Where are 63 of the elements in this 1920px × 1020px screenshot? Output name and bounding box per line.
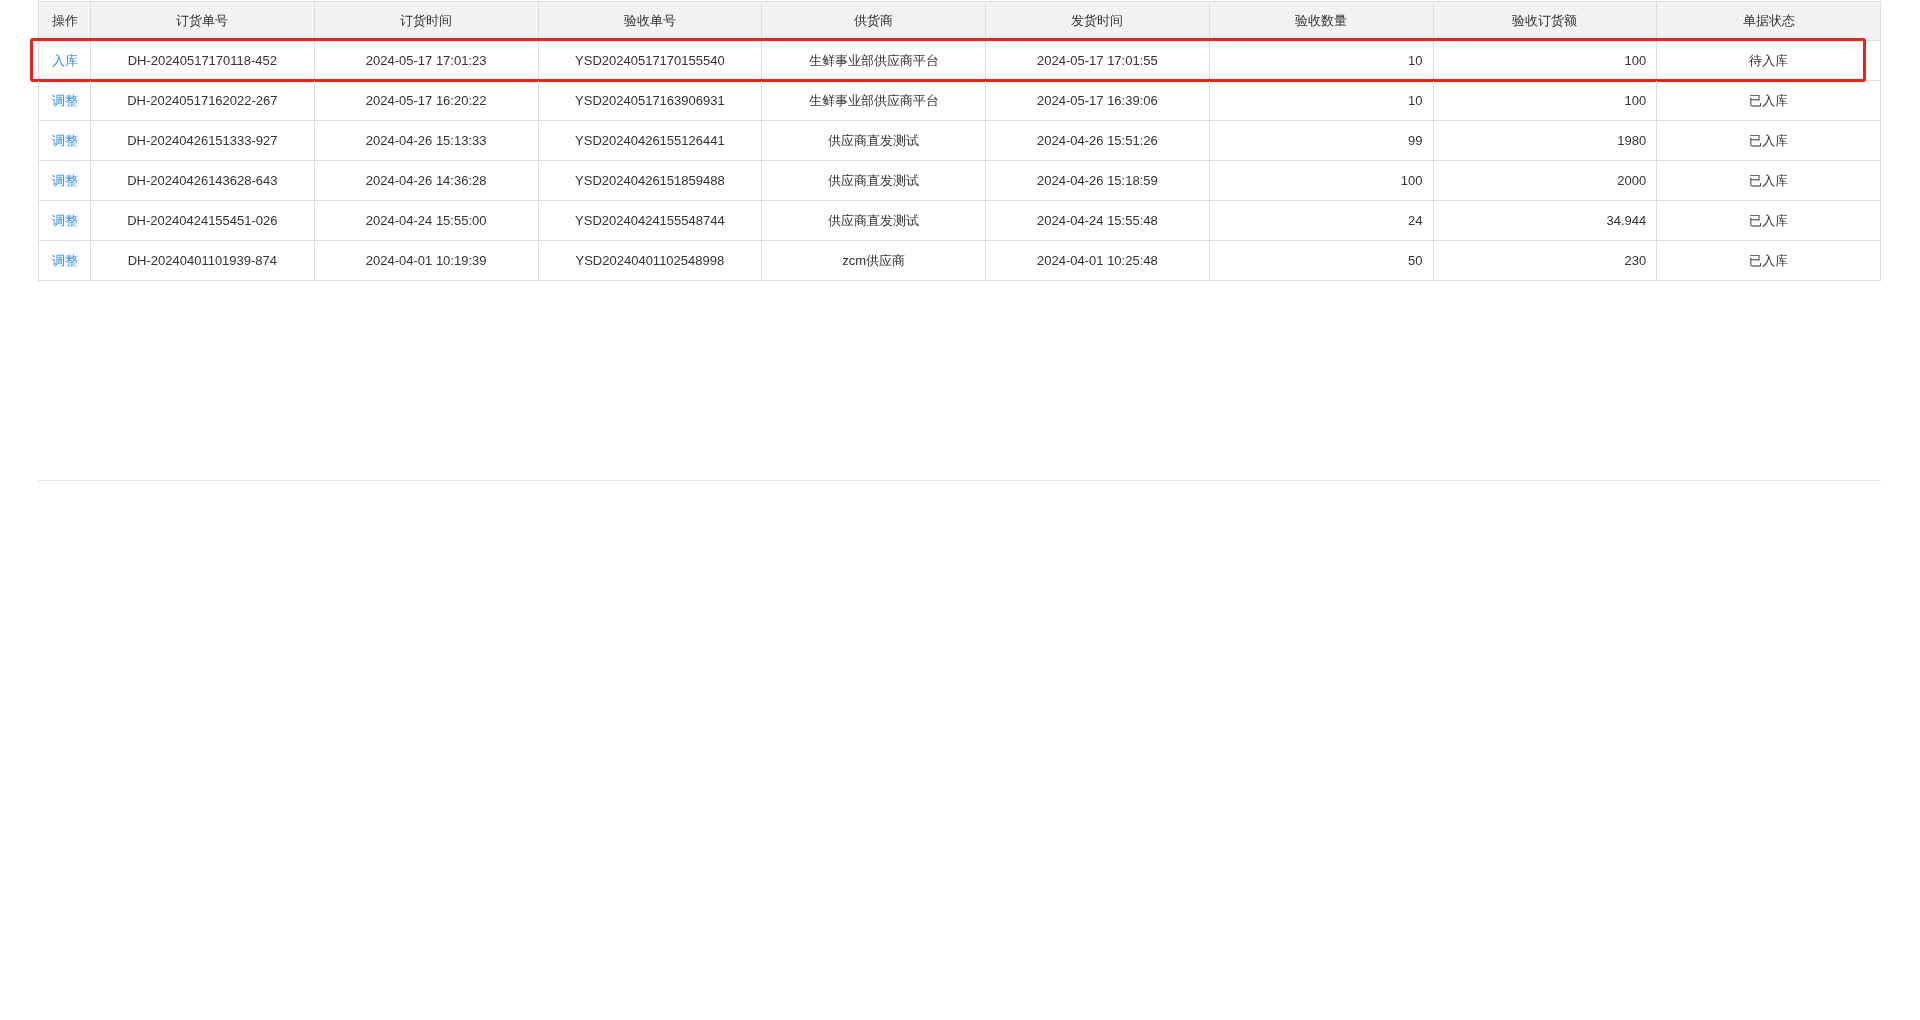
table-cell-text: 2024-04-26 15:51:26: [1037, 131, 1158, 150]
table-cell-text: YSD20240424155548744: [575, 211, 725, 230]
table-cell-text: YSD20240426151859488: [575, 171, 725, 190]
column-header: 供货商: [854, 12, 894, 31]
table-cell-text: 50: [1408, 251, 1423, 270]
table-cell-text: 生鲜事业部供应商平台: [808, 51, 939, 70]
table-cell-text: 1980: [1617, 131, 1647, 150]
table-cell-text: 24: [1408, 211, 1423, 230]
column-header: 订货时间: [400, 12, 453, 31]
row-action-link[interactable]: 调整: [51, 130, 78, 151]
table-cell-text: 供应商直发测试: [828, 211, 920, 230]
table-cell-text: YSD20240426155126441: [575, 131, 725, 150]
column-header: 单据状态: [1742, 12, 1795, 31]
table-cell-text: 10: [1408, 51, 1423, 70]
table-cell-text: 2024-04-24 15:55:48: [1037, 211, 1158, 230]
table-cell-text: 已入库: [1749, 171, 1789, 190]
table-cell-text: 2024-04-01 10:19:39: [365, 251, 487, 270]
column-header: 验收单号: [623, 12, 676, 31]
column-header: 操作: [51, 12, 78, 31]
row-action-link[interactable]: 调整: [51, 250, 78, 271]
table-cell-text: YSD20240401102548998: [575, 251, 725, 270]
table-cell-text: 99: [1408, 131, 1423, 150]
row-action-link[interactable]: 入库: [51, 50, 78, 71]
table-cell-text: DH-20240517162022-267: [127, 91, 278, 110]
table-cell-text: 10: [1408, 91, 1423, 110]
table-cell-text: 2024-04-26 15:18:59: [1037, 171, 1158, 190]
table-cell-text: 2024-04-26 15:13:33: [365, 131, 487, 150]
table-cell-text: DH-20240426143628-643: [127, 171, 278, 190]
table-cell-text: 34.944: [1606, 211, 1647, 230]
table-cell-text: 供应商直发测试: [828, 171, 920, 190]
column-header: 验收订货额: [1512, 12, 1578, 31]
table-cell-text: 2024-05-17 17:01:23: [365, 51, 487, 70]
table-cell-text: 100: [1624, 51, 1647, 70]
table-cell-text: 待入库: [1749, 51, 1789, 70]
table-cell-text: 2024-05-17 16:39:06: [1037, 91, 1158, 110]
table-cell-text: 已入库: [1749, 91, 1789, 110]
table-cell-text: 2024-05-17 16:20:22: [365, 91, 487, 110]
table-cell-text: 已入库: [1749, 251, 1789, 270]
table-cell-text: 已入库: [1749, 131, 1789, 150]
table-cell-text: 100: [1624, 91, 1647, 110]
table-cell-text: 生鲜事业部供应商平台: [808, 91, 939, 110]
table-cell-text: 已入库: [1749, 211, 1789, 230]
table-cell-text: 2024-05-17 17:01:55: [1037, 51, 1158, 70]
row-action-link[interactable]: 调整: [51, 210, 78, 231]
table-cell-text: YSD20240517163906931: [575, 91, 725, 110]
table-cell-text: 2000: [1617, 171, 1647, 190]
table-cell-text: DH-20240517170118-452: [127, 51, 278, 70]
table-cell-text: 供应商直发测试: [828, 131, 920, 150]
column-header: 订货单号: [176, 12, 229, 31]
table-cell-text: 2024-04-01 10:25:48: [1037, 251, 1158, 270]
table-cell-text: 230: [1624, 251, 1647, 270]
table-cell-text: DH-20240426151333-927: [127, 131, 278, 150]
column-header: 验收数量: [1295, 12, 1348, 31]
table-cell-text: 2024-04-26 14:36:28: [365, 171, 487, 190]
table-cell-text: DH-20240424155451-026: [127, 211, 278, 230]
table-cell-text: DH-20240401101939-874: [127, 251, 278, 270]
row-action-link[interactable]: 调整: [51, 90, 78, 111]
table-cell-text: 100: [1400, 171, 1423, 190]
row-action-link[interactable]: 调整: [51, 170, 78, 191]
table-cell-text: 2024-04-24 15:55:00: [365, 211, 487, 230]
table-cell-text: YSD20240517170155540: [575, 51, 725, 70]
column-header: 发货时间: [1071, 12, 1124, 31]
table-cell-text: zcm供应商: [842, 251, 906, 270]
